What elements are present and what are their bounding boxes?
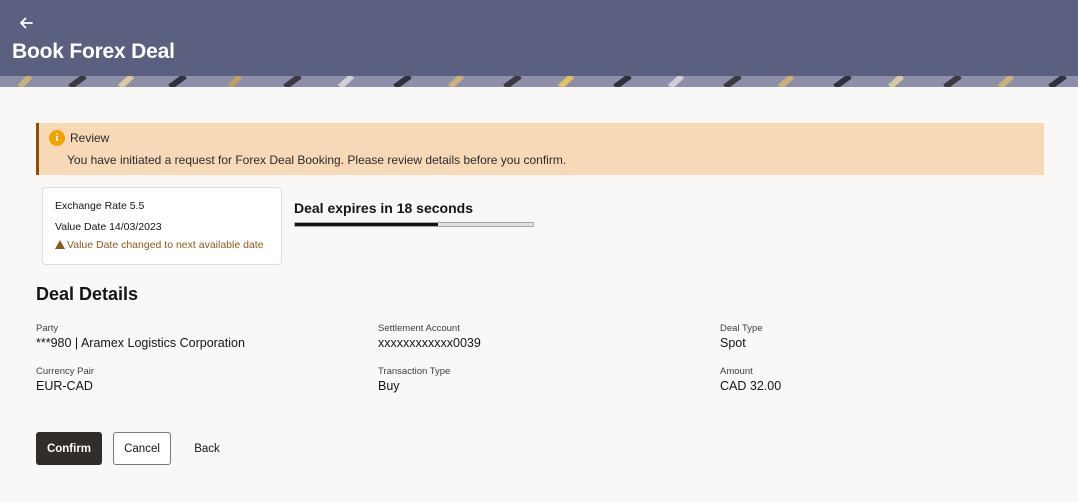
deal-type-value: Spot [720,336,746,350]
info-icon: i [49,130,65,146]
transaction-type-label: Transaction Type [378,366,451,377]
currency-pair-value: EUR-CAD [36,379,93,393]
confirm-button[interactable]: Confirm [36,432,102,465]
amount-value: CAD 32.00 [720,379,782,393]
cancel-button[interactable]: Cancel [113,432,171,465]
party-value: ***980 | Aramex Logistics Corporation [36,336,245,350]
settlement-account-value: xxxxxxxxxxxx0039 [378,336,481,350]
review-banner: i Review You have initiated a request fo… [36,123,1044,175]
exchange-rate-card: Exchange Rate 5.5 Value Date 14/03/2023 … [42,187,282,265]
currency-pair-label: Currency Pair [36,366,95,377]
party-label: Party [36,323,59,334]
transaction-type-value: Buy [378,379,400,393]
page-header: Book Forex Deal [0,0,1078,87]
expiry-progress-bar [294,222,534,227]
banner-message: You have initiated a request for Forex D… [67,153,567,167]
value-date-warning-text: Value Date changed to next available dat… [67,239,264,251]
expiry-progress-fill [295,223,438,226]
value-date: Value Date 14/03/2023 [55,221,162,233]
banner-title: Review [70,131,110,145]
deal-type-label: Deal Type [720,323,763,334]
header-decorative-pattern [0,76,1078,87]
value-date-warning: Value Date changed to next available dat… [55,239,264,251]
back-arrow-icon[interactable] [17,14,35,32]
amount-label: Amount [720,366,753,377]
warning-icon [55,240,65,249]
deal-expiry-text: Deal expires in 18 seconds [294,200,473,216]
back-button[interactable]: Back [185,432,229,465]
page-title: Book Forex Deal [12,40,175,63]
settlement-account-label: Settlement Account [378,323,460,334]
deal-details-title: Deal Details [36,284,139,304]
exchange-rate: Exchange Rate 5.5 [55,200,145,212]
